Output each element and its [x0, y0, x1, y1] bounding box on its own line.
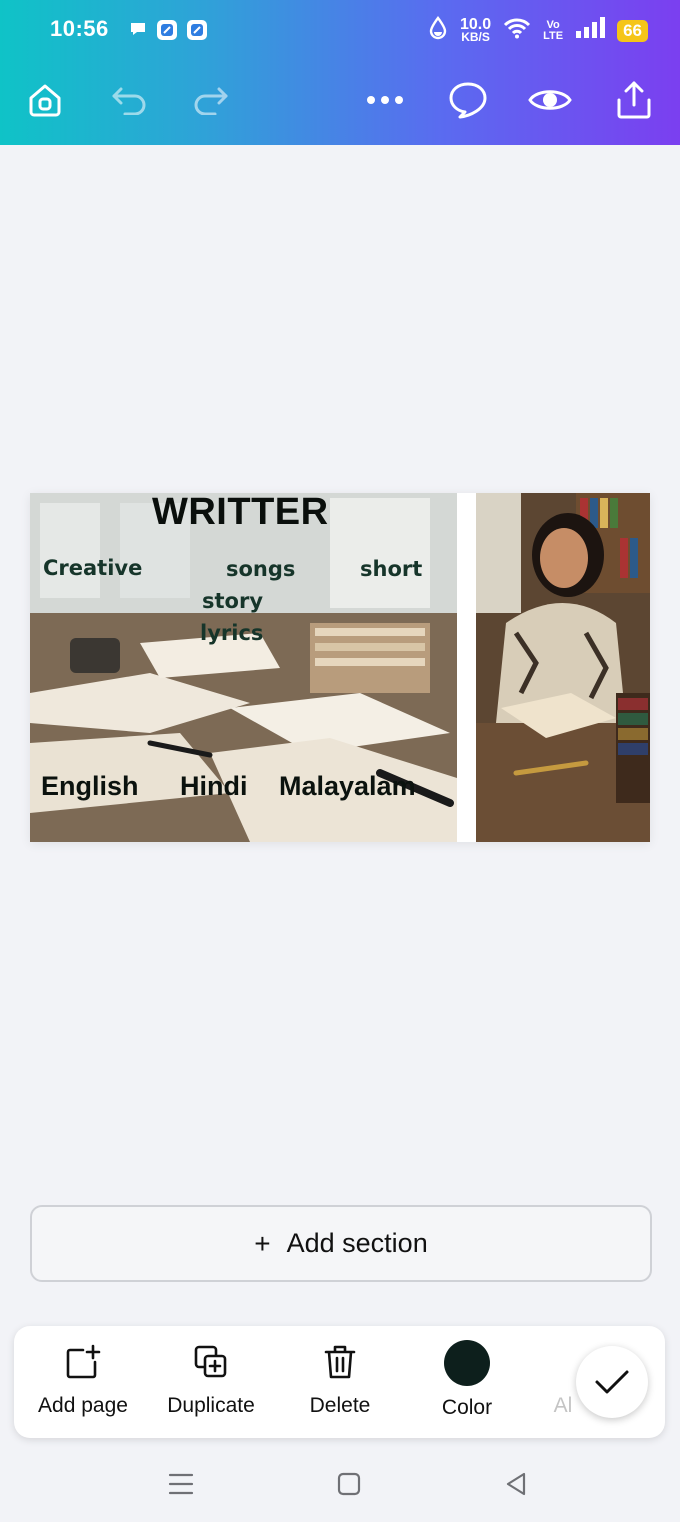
battery-icon: 66 — [617, 19, 648, 42]
status-time: 10:56 — [50, 16, 109, 41]
net-speed-unit: KB/S — [461, 30, 490, 44]
duplicate-label: Duplicate — [167, 1394, 255, 1417]
tag-creative-text[interactable]: Creative — [43, 556, 142, 580]
design-title-text[interactable]: WRITTER — [152, 493, 329, 534]
volte-indicator: Vo LTE — [543, 18, 564, 42]
page-actions-bar: Add page Duplicate Delete Color Al — [14, 1326, 665, 1438]
status-right-cluster: 10.0 KB/S Vo LTE 66 — [428, 16, 648, 45]
truncated-action-label: Al — [553, 1394, 573, 1417]
net-speed: 10.0 KB/S — [460, 17, 491, 44]
app-icon — [156, 19, 178, 46]
undo-button[interactable] — [108, 78, 152, 122]
duplicate-icon — [194, 1345, 227, 1378]
comment-button[interactable] — [446, 78, 490, 122]
preview-button[interactable] — [528, 78, 572, 122]
preview-eye-icon — [528, 90, 572, 110]
duplicate-button[interactable]: Duplicate — [158, 1326, 264, 1438]
system-nav-bar — [0, 1445, 680, 1522]
share-icon — [617, 81, 651, 119]
add-page-icon — [66, 1344, 101, 1379]
lang-hindi-text[interactable]: Hindi — [180, 771, 248, 802]
redo-icon — [194, 87, 228, 115]
back-triangle-icon — [506, 1472, 526, 1496]
share-button[interactable] — [612, 78, 656, 122]
menu-icon — [168, 1473, 194, 1495]
trash-icon — [324, 1345, 356, 1379]
lang-malayalam-text[interactable]: Malayalam — [279, 771, 416, 802]
comment-icon — [449, 82, 487, 119]
home-nav-button[interactable] — [329, 1467, 369, 1501]
delete-button[interactable]: Delete — [287, 1326, 393, 1438]
add-section-label: Add section — [286, 1228, 428, 1258]
checkmark-icon — [595, 1370, 629, 1394]
status-notification-icons — [128, 19, 208, 46]
status-bar: 10:56 10.0 KB/S Vo LTE 66 — [0, 0, 680, 60]
design-page[interactable]: WRITTER Creative songs short story lyric… — [30, 493, 650, 842]
plus-icon: + — [254, 1227, 271, 1259]
wifi-icon — [503, 17, 531, 44]
signal-icon — [575, 17, 606, 44]
more-options-button[interactable] — [363, 78, 407, 122]
editor-toolbar — [0, 70, 680, 130]
redo-button[interactable] — [188, 78, 232, 122]
undo-icon — [112, 87, 146, 115]
tag-lyrics-text[interactable]: lyrics — [200, 621, 263, 645]
top-bar: 10:56 10.0 KB/S Vo LTE 66 — [0, 0, 680, 145]
tag-story-text[interactable]: story — [202, 589, 263, 613]
water-drop-icon — [428, 16, 448, 45]
add-page-button[interactable]: Add page — [30, 1326, 136, 1438]
app-icon — [186, 19, 208, 46]
square-home-icon — [337, 1472, 361, 1496]
volte-bottom: LTE — [543, 29, 564, 42]
color-swatch — [444, 1340, 490, 1386]
woman-writing-photo[interactable] — [476, 493, 650, 842]
home-button[interactable] — [23, 78, 67, 122]
add-page-label: Add page — [38, 1394, 128, 1417]
back-nav-button[interactable] — [496, 1467, 536, 1501]
tag-songs-text[interactable]: songs — [226, 557, 295, 581]
more-icon — [367, 96, 403, 104]
chat-bubble-icon — [128, 19, 148, 46]
lang-english-text[interactable]: English — [41, 771, 139, 802]
delete-label: Delete — [309, 1394, 371, 1417]
tag-short-text[interactable]: short — [360, 557, 422, 581]
home-icon — [29, 84, 61, 117]
woman-photo-art — [476, 493, 650, 842]
more-actions-item[interactable]: Al — [548, 1326, 578, 1438]
done-button[interactable] — [576, 1346, 648, 1418]
recent-apps-button[interactable] — [161, 1467, 201, 1501]
color-label: Color — [441, 1396, 493, 1419]
add-section-button[interactable]: + Add section — [30, 1205, 652, 1282]
volte-top: Vo — [546, 18, 560, 31]
color-button[interactable]: Color — [414, 1326, 520, 1438]
